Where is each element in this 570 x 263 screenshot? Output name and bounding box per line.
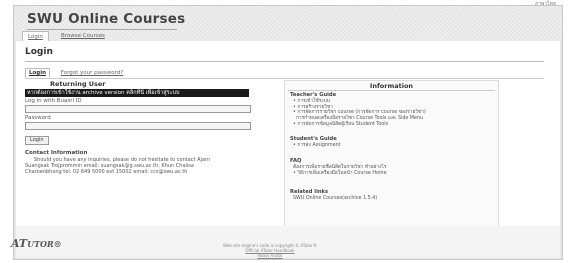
guide-link[interactable]: • การส่ง Assignment bbox=[290, 143, 495, 149]
atutor-logo[interactable]: ATUTOR® bbox=[11, 237, 62, 250]
logo-text-rest: UTOR bbox=[27, 239, 54, 249]
subtab-divider bbox=[25, 78, 544, 79]
related-link[interactable]: SWU Online Courses(archive 1.5.4) bbox=[290, 196, 495, 202]
teachers-guide-section: Teacher's Guide • การเข้าใช้ระบบ • การสร… bbox=[290, 92, 495, 128]
guide-link[interactable]: • การจัดการข้อมูลนิสิตผู้เรียน Student T… bbox=[290, 122, 495, 128]
contact-text: Should you have any inquiries, please do… bbox=[25, 157, 261, 175]
site-title: SWU Online Courses bbox=[27, 11, 186, 27]
contact-line: Charoenbhong tel. 02 649 5000 ext 15002 … bbox=[25, 169, 188, 175]
page-title: Login bbox=[25, 47, 53, 57]
logo-mark: ® bbox=[53, 239, 62, 249]
logo-text: AT bbox=[11, 237, 28, 250]
related-links-section: Related links SWU Online Courses(archive… bbox=[290, 189, 495, 202]
login-label: Log in with Buasri ID bbox=[25, 98, 82, 104]
returning-user-panel: Returning User หากต้องการเข้าใช้งาน arch… bbox=[25, 80, 265, 184]
faq-link[interactable]: • วิธีการเพิ่มเครื่องมือในหน้า Course Ho… bbox=[290, 171, 495, 177]
login-button[interactable]: Login bbox=[25, 136, 49, 145]
subtab-forgot-password[interactable]: Forgot your password? bbox=[58, 69, 126, 77]
page-frame: SWU Online Courses Login Browse Courses … bbox=[13, 5, 563, 260]
language-link[interactable]: ภาษาไทย bbox=[535, 0, 556, 8]
heading-divider bbox=[25, 61, 544, 62]
contact-title: Contact Information bbox=[25, 150, 88, 156]
faq-section: FAQ ต้องการเพิ่มรายชื่อนิสิตในรายวิชา ทำ… bbox=[290, 158, 495, 177]
information-divider bbox=[288, 90, 495, 91]
sub-tabs: Login Forgot your password? bbox=[25, 68, 132, 78]
login-input[interactable] bbox=[25, 105, 251, 113]
title-underline bbox=[27, 29, 177, 30]
password-input[interactable] bbox=[25, 122, 251, 130]
students-guide-section: Student's Guide • การส่ง Assignment bbox=[290, 136, 495, 149]
footer-about-link[interactable]: About ATutor bbox=[190, 253, 350, 258]
archive-notice-link[interactable]: หากต้องการเข้าใช้งาน archive version คลิ… bbox=[25, 89, 249, 97]
information-title: Information bbox=[369, 82, 414, 90]
header: SWU Online Courses Login Browse Courses bbox=[14, 6, 562, 43]
information-panel: Information Teacher's Guide • การเข้าใช้… bbox=[284, 80, 499, 230]
subtab-login[interactable]: Login bbox=[25, 68, 51, 78]
password-label: Password bbox=[25, 115, 51, 121]
returning-user-title: Returning User bbox=[50, 80, 106, 88]
